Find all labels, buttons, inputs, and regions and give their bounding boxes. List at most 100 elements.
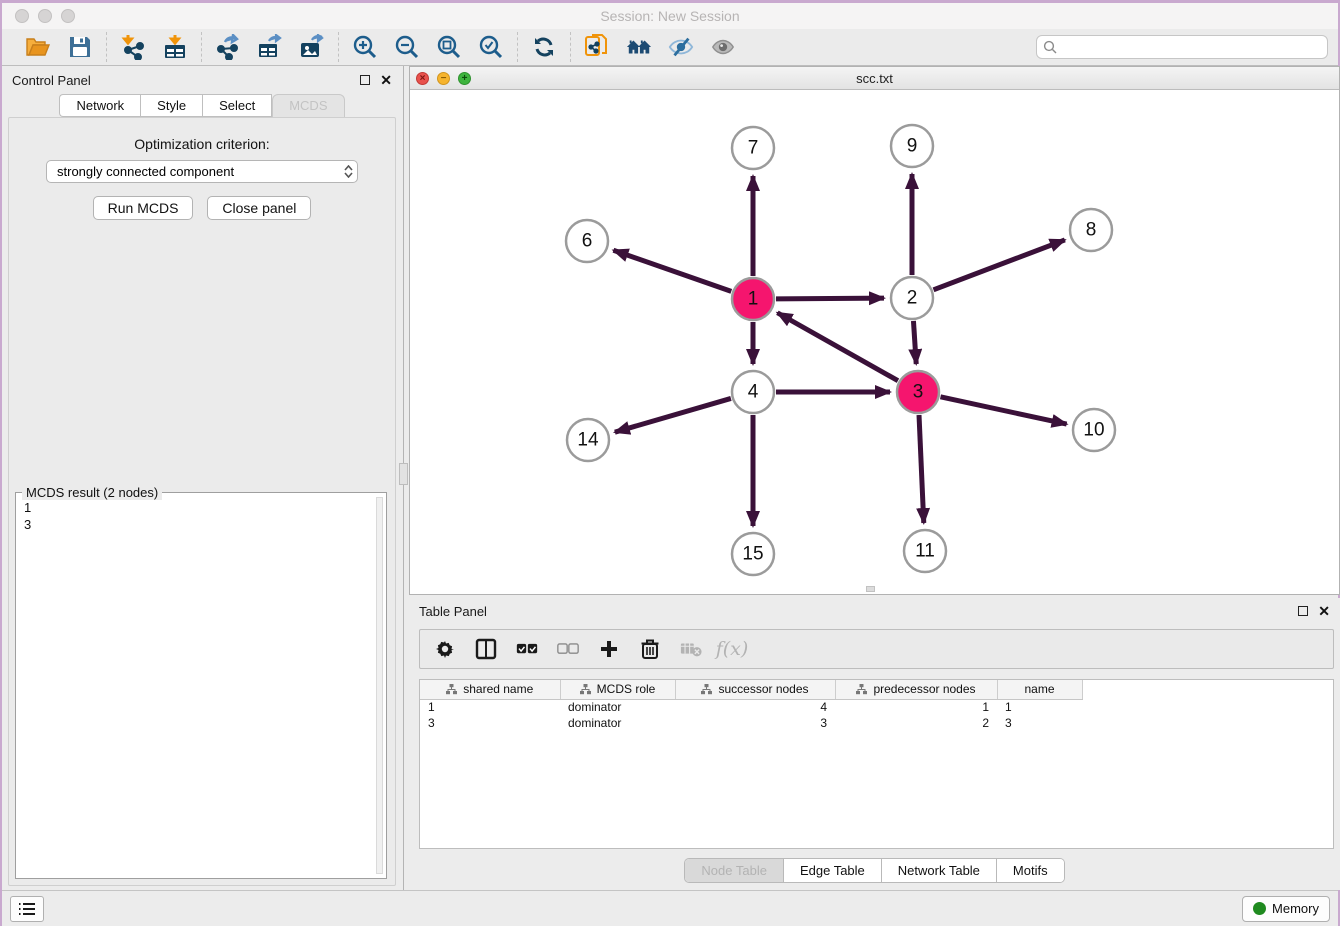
svg-text:3: 3 (913, 382, 924, 403)
run-mcds-button[interactable]: Run MCDS (93, 196, 194, 220)
node-table[interactable]: shared nameMCDS rolesuccessor nodesprede… (419, 679, 1334, 849)
graph-node-7[interactable]: 7 (732, 127, 774, 169)
table-tab-node-table[interactable]: Node Table (685, 859, 784, 882)
column-header-shared-name[interactable]: shared name (420, 680, 560, 699)
graph-edge-2-8[interactable] (934, 240, 1065, 290)
graph-node-4[interactable]: 4 (732, 371, 774, 413)
task-history-button[interactable] (10, 896, 44, 922)
zoom-out-icon[interactable] (394, 34, 420, 60)
graph-edge-3-11[interactable] (919, 415, 924, 523)
export-network-icon[interactable] (215, 34, 241, 60)
graph-node-2[interactable]: 2 (891, 277, 933, 319)
table-cell[interactable]: 3 (997, 715, 1082, 731)
graph-node-3[interactable]: 3 (897, 371, 939, 413)
graph-node-8[interactable]: 8 (1070, 209, 1112, 251)
open-session-icon[interactable] (25, 34, 51, 60)
new-network-from-selection-icon[interactable] (584, 34, 610, 60)
graph-node-9[interactable]: 9 (891, 125, 933, 167)
delete-table-icon[interactable] (680, 638, 702, 660)
graph-edge-4-14[interactable] (615, 398, 731, 432)
table-row[interactable]: 3dominator323 (420, 715, 1082, 731)
graph-node-1[interactable]: 1 (732, 278, 774, 320)
table-cell[interactable]: dominator (560, 699, 675, 715)
table-row[interactable]: 1dominator411 (420, 699, 1082, 715)
network-view-window: × − + scc.txt 7 9 6 8 1 2 4 3 14 10 15 11 (409, 66, 1340, 595)
mcds-result-list[interactable]: 13 (20, 497, 376, 874)
column-header-predecessor-nodes[interactable]: predecessor nodes (835, 680, 997, 699)
network-close-button[interactable]: × (416, 72, 429, 85)
close-panel-button[interactable]: Close panel (207, 196, 311, 220)
application-window: Session: New Session (2, 3, 1338, 926)
memory-button[interactable]: Memory (1242, 896, 1330, 922)
table-tab-edge-table[interactable]: Edge Table (784, 859, 882, 882)
import-table-icon[interactable] (162, 34, 188, 60)
column-header-successor-nodes[interactable]: successor nodes (675, 680, 835, 699)
search-input[interactable] (1061, 40, 1321, 55)
table-tab-motifs[interactable]: Motifs (997, 859, 1064, 882)
mcds-result-line[interactable]: 1 (24, 499, 376, 516)
network-zoom-button[interactable]: + (458, 72, 471, 85)
graph-edge-2-3[interactable] (913, 321, 916, 364)
export-image-icon[interactable] (299, 34, 325, 60)
column-header-name[interactable]: name (997, 680, 1082, 699)
zoom-fit-icon[interactable] (436, 34, 462, 60)
optimization-criterion-value: strongly connected component (57, 164, 234, 179)
control-panel-title: Control Panel (12, 73, 91, 88)
zoom-in-icon[interactable] (352, 34, 378, 60)
table-float-panel-icon[interactable] (1298, 606, 1308, 616)
table-cell[interactable]: dominator (560, 715, 675, 731)
network-canvas[interactable]: 7 9 6 8 1 2 4 3 14 10 15 11 (410, 90, 1339, 594)
graph-node-14[interactable]: 14 (567, 419, 609, 461)
control-panel-tab-mcds[interactable]: MCDS (272, 94, 344, 117)
add-column-icon[interactable] (598, 638, 620, 660)
graph-node-10[interactable]: 10 (1073, 409, 1115, 451)
save-session-icon[interactable] (67, 34, 93, 60)
network-graph[interactable]: 7 9 6 8 1 2 4 3 14 10 15 11 (410, 90, 1339, 594)
function-builder-icon[interactable]: f(x) (721, 638, 743, 660)
graph-node-6[interactable]: 6 (566, 220, 608, 262)
graph-edge-3-1[interactable] (777, 313, 898, 381)
select-all-icon[interactable] (516, 638, 538, 660)
float-panel-icon[interactable] (360, 75, 370, 85)
network-window-titlebar[interactable]: × − + scc.txt (410, 67, 1339, 90)
network-minimize-button[interactable]: − (437, 72, 450, 85)
zoom-selected-icon[interactable] (478, 34, 504, 60)
split-panel-icon[interactable] (475, 638, 497, 660)
table-close-panel-icon[interactable]: ✕ (1318, 606, 1330, 616)
control-panel-tab-select[interactable]: Select (202, 94, 272, 117)
graph-edge-3-10[interactable] (940, 397, 1066, 424)
deselect-all-icon[interactable] (557, 638, 579, 660)
close-panel-icon[interactable]: ✕ (380, 75, 392, 85)
table-cell[interactable]: 3 (675, 715, 835, 731)
table-cell[interactable]: 1 (835, 699, 997, 715)
mcds-result-line[interactable]: 3 (24, 516, 376, 533)
result-scrollbar[interactable] (376, 497, 383, 874)
table-cell[interactable]: 1 (420, 699, 560, 715)
optimization-criterion-select[interactable]: strongly connected component (46, 160, 358, 183)
graph-edge-1-6[interactable] (613, 250, 731, 291)
import-network-icon[interactable] (120, 34, 146, 60)
control-panel-tab-style[interactable]: Style (140, 94, 202, 117)
graph-edge-1-2[interactable] (776, 298, 884, 299)
mcds-tab-content: Optimization criterion: strongly connect… (8, 117, 396, 886)
table-cell[interactable]: 3 (420, 715, 560, 731)
refresh-view-icon[interactable] (531, 34, 557, 60)
svg-text:9: 9 (907, 136, 918, 157)
column-header-MCDS-role[interactable]: MCDS role (560, 680, 675, 699)
graph-node-11[interactable]: 11 (904, 530, 946, 572)
network-resize-grip[interactable] (866, 586, 875, 592)
eye-slash-icon[interactable] (668, 34, 694, 60)
table-cell[interactable]: 2 (835, 715, 997, 731)
settings-gear-icon[interactable] (434, 638, 456, 660)
search-box[interactable] (1036, 35, 1328, 59)
table-tab-network-table[interactable]: Network Table (882, 859, 997, 882)
home-icon[interactable] (626, 34, 652, 60)
panel-divider-grip[interactable] (399, 463, 408, 485)
table-cell[interactable]: 1 (997, 699, 1082, 715)
control-panel-tab-network[interactable]: Network (59, 94, 140, 117)
export-table-icon[interactable] (257, 34, 283, 60)
delete-column-icon[interactable] (639, 638, 661, 660)
eye-icon[interactable] (710, 34, 736, 60)
table-cell[interactable]: 4 (675, 699, 835, 715)
graph-node-15[interactable]: 15 (732, 533, 774, 575)
